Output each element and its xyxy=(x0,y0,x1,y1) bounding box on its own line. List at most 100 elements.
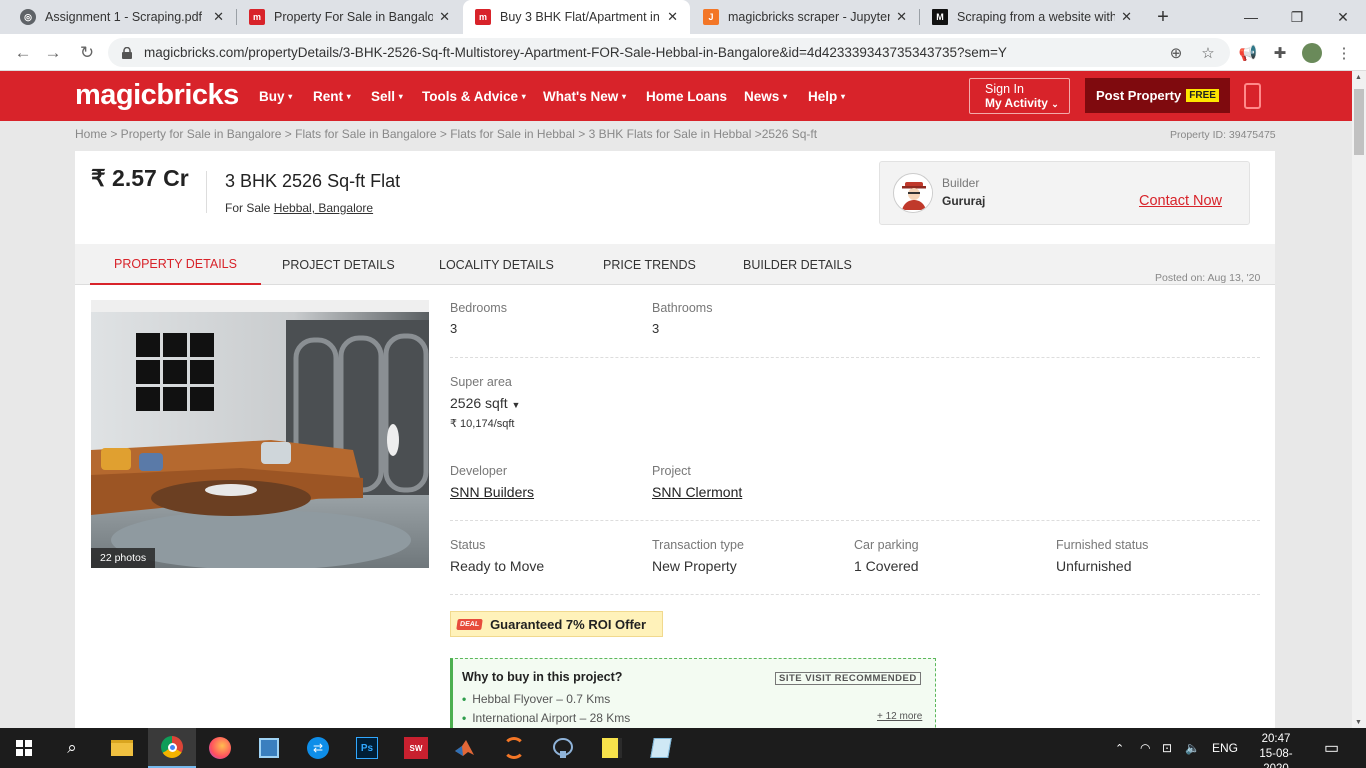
volume-icon[interactable]: 🔈 xyxy=(1185,728,1200,768)
mobile-app-icon[interactable] xyxy=(1244,83,1261,109)
solidworks-icon[interactable]: SW xyxy=(392,728,440,768)
breadcrumb[interactable]: Home > Property for Sale in Bangalore > … xyxy=(75,127,817,141)
tab-project-details[interactable]: PROJECT DETAILS xyxy=(258,244,419,285)
avatar[interactable] xyxy=(1302,43,1322,63)
photos-count[interactable]: 22 photos xyxy=(91,548,156,568)
network-icon[interactable]: ⊡ xyxy=(1162,728,1172,768)
menu-dots-icon[interactable]: ⋮ xyxy=(1334,43,1354,63)
menu-buy[interactable]: Buy ▾ xyxy=(259,71,292,121)
close-icon[interactable]: ✕ xyxy=(213,9,224,25)
menu-home-loans[interactable]: Home Loans xyxy=(646,71,727,121)
megaphone-icon[interactable]: 📢 xyxy=(1238,43,1258,63)
tab-locality-details[interactable]: LOCALITY DETAILS xyxy=(415,244,578,285)
pgadmin-icon[interactable] xyxy=(539,728,587,768)
wifi-icon[interactable]: ◠ xyxy=(1140,728,1150,768)
builder-label: Builder xyxy=(942,176,980,190)
page-scrollbar[interactable]: ▲ ▼ xyxy=(1352,71,1366,728)
browser-tab[interactable]: J magicbricks scraper - Jupyter N ✕ xyxy=(691,0,919,34)
language-indicator[interactable]: ENG xyxy=(1212,728,1238,768)
deal-tag: DEAL xyxy=(456,618,483,630)
browser-tab[interactable]: ◎ Assignment 1 - Scraping.pdf ✕ xyxy=(8,0,236,34)
magicbricks-icon: m xyxy=(249,9,265,25)
contact-now-button[interactable]: Contact Now xyxy=(1139,193,1222,209)
browser-tab[interactable]: M Scraping from a website with i ✕ xyxy=(920,0,1144,34)
location-link[interactable]: Hebbal, Bangalore xyxy=(274,201,373,215)
file-explorer-icon[interactable] xyxy=(98,728,146,768)
project-link[interactable]: SNN Clermont xyxy=(652,484,742,500)
sticky-notes-icon[interactable] xyxy=(588,728,636,768)
browser-tab-active[interactable]: m Buy 3 BHK Flat/Apartment in S ✕ xyxy=(463,0,690,34)
notification-icon[interactable]: ▭ xyxy=(1324,728,1339,768)
super-area-label: Super area xyxy=(450,375,512,389)
forward-icon[interactable]: → xyxy=(38,34,68,71)
bullet-icon: • xyxy=(462,711,467,725)
chevron-down-icon: ⌄ xyxy=(1051,99,1059,109)
close-icon[interactable]: ✕ xyxy=(896,9,907,25)
property-id: Property ID: 39475475 xyxy=(1170,129,1276,141)
status-value: Ready to Move xyxy=(450,558,545,574)
super-area-value[interactable]: 2526 sqft ▼ xyxy=(450,395,520,411)
matlab-icon[interactable] xyxy=(441,728,489,768)
snipping-icon[interactable] xyxy=(245,728,293,768)
property-photo[interactable]: 22 photos xyxy=(91,300,429,568)
tab-property-details[interactable]: PROPERTY DETAILS xyxy=(90,244,261,285)
menu-sell[interactable]: Sell ▾ xyxy=(371,71,403,121)
star-icon[interactable]: ☆ xyxy=(1198,43,1218,63)
posted-date: Posted on: Aug 13, '20 xyxy=(1155,272,1261,284)
furnished-label: Furnished status xyxy=(1056,538,1149,552)
menu-rent[interactable]: Rent ▾ xyxy=(313,71,351,121)
photoshop-icon[interactable]: Ps xyxy=(343,728,391,768)
close-icon[interactable]: ✕ xyxy=(667,9,678,25)
close-icon[interactable]: ✕ xyxy=(439,9,450,25)
restore-icon[interactable]: ❐ xyxy=(1274,0,1320,34)
clock[interactable]: 20:47 15-08-2020 xyxy=(1248,732,1304,768)
bathrooms-value: 3 xyxy=(652,321,660,336)
medium-icon: M xyxy=(932,9,948,25)
tab-title: magicbricks scraper - Jupyter N xyxy=(728,10,891,24)
more-link[interactable]: + 12 more xyxy=(877,711,922,722)
windows-start-icon[interactable] xyxy=(0,728,48,768)
chrome-icon[interactable] xyxy=(148,728,196,768)
globe-icon: ◎ xyxy=(20,9,36,25)
tab-price-trends[interactable]: PRICE TRENDS xyxy=(579,244,720,285)
notepad-icon[interactable] xyxy=(637,728,685,768)
url-input[interactable]: magicbricks.com/propertyDetails/3-BHK-25… xyxy=(108,38,1230,67)
builder-name: Gururaj xyxy=(942,194,986,208)
site-logo[interactable]: magicbricks xyxy=(75,79,239,112)
magicbricks-icon: m xyxy=(475,9,491,25)
post-property-label: Post Property xyxy=(1096,88,1182,103)
reload-icon[interactable]: ↻ xyxy=(72,34,102,71)
minimize-icon[interactable]: — xyxy=(1228,0,1274,34)
back-icon[interactable]: ← xyxy=(8,34,38,71)
builder-avatar-icon xyxy=(893,173,933,213)
firefox-icon[interactable] xyxy=(196,728,244,768)
window-close-icon[interactable]: ✕ xyxy=(1320,0,1366,34)
scrollbar-thumb[interactable] xyxy=(1354,89,1364,155)
search-icon[interactable]: ⌕ xyxy=(48,728,96,768)
developer-label: Developer xyxy=(450,464,507,478)
menu-tools-advice[interactable]: Tools & Advice ▾ xyxy=(422,71,526,121)
price: ₹ 2.57 Cr xyxy=(91,165,189,191)
list-item: • International Airport – 28 Kms xyxy=(462,711,631,725)
tab-title: Scraping from a website with i xyxy=(957,10,1116,24)
menu-help[interactable]: Help ▾ xyxy=(808,71,845,121)
property-title: 3 BHK 2526 Sq-ft Flat xyxy=(225,171,401,191)
puzzle-icon[interactable]: ✚ xyxy=(1270,43,1290,63)
new-tab-button[interactable]: + xyxy=(1142,0,1184,34)
add-icon[interactable]: ⊕ xyxy=(1166,43,1186,63)
teamviewer-icon[interactable]: ⇄ xyxy=(294,728,342,768)
browser-tab[interactable]: m Property For Sale in Bangalore ✕ xyxy=(237,0,462,34)
chevron-up-icon[interactable]: ⌃ xyxy=(1115,728,1124,768)
jupyter-icon[interactable] xyxy=(490,728,538,768)
developer-link[interactable]: SNN Builders xyxy=(450,484,534,500)
tab-builder-details[interactable]: BUILDER DETAILS xyxy=(719,244,876,285)
project-label: Project xyxy=(652,464,691,478)
site-visit-badge: SITE VISIT RECOMMENDED xyxy=(775,672,921,685)
menu-news[interactable]: News ▾ xyxy=(744,71,787,121)
signin-button[interactable]: Sign In My Activity ⌄ xyxy=(969,78,1070,114)
menu-whats-new[interactable]: What's New ▾ xyxy=(543,71,626,121)
browser-tab-bar: ◎ Assignment 1 - Scraping.pdf ✕ m Proper… xyxy=(0,0,1366,34)
post-property-button[interactable]: Post Property FREE xyxy=(1085,78,1230,113)
close-icon[interactable]: ✕ xyxy=(1121,9,1132,25)
deal-banner[interactable]: DEAL Guaranteed 7% ROI Offer xyxy=(450,611,663,637)
